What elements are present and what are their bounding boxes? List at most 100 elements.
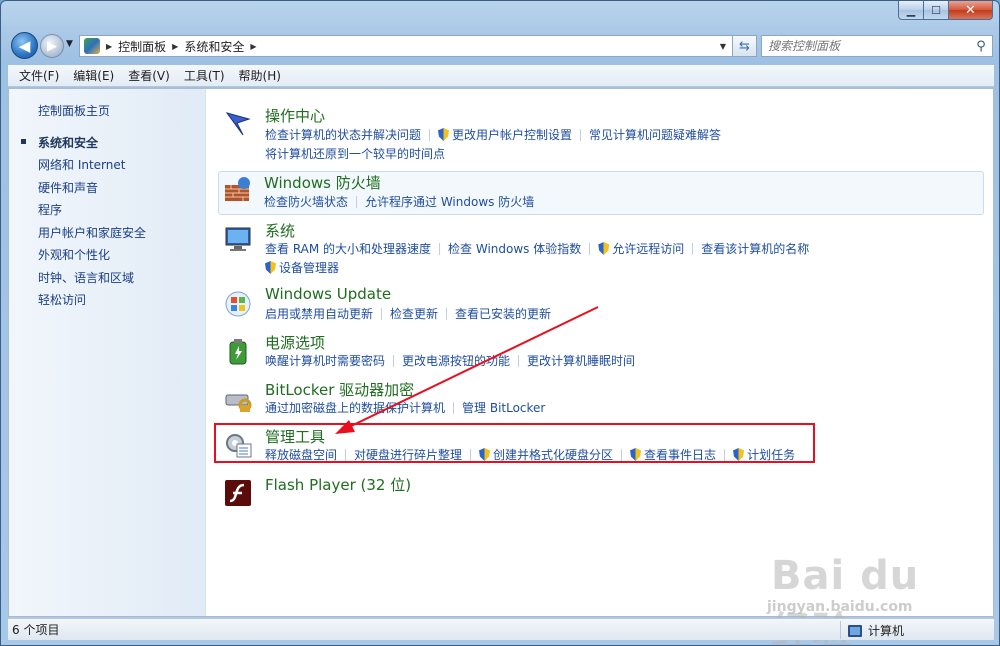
flash-player-icon	[221, 476, 255, 510]
battery-icon	[221, 334, 255, 368]
category-action-center: 操作中心 检查计算机的状态并解决问题 更改用户帐户控制设置 常见计算机问题疑难解…	[219, 105, 983, 165]
task-link[interactable]: 通过加密磁盘上的数据保护计算机	[265, 399, 445, 416]
task-divider	[439, 242, 441, 255]
category-title[interactable]: 操作中心	[265, 105, 325, 126]
category-windows-firewall: Windows 防火墙 检查防火墙状态 允许程序通过 Windows 防火墙	[218, 171, 984, 215]
task-link[interactable]: 常见计算机问题疑难解答	[589, 126, 721, 143]
task-link[interactable]: 检查计算机的状态并解决问题	[265, 126, 421, 143]
task-divider	[393, 354, 395, 367]
sidebar-item-appearance[interactable]: 外观和个性化	[38, 246, 110, 263]
address-bar[interactable]: ▶ 控制面板 ▶ 系统和安全 ▶ ▼	[79, 35, 733, 57]
sidebar-item-clock-language[interactable]: 时钟、语言和区域	[38, 269, 134, 286]
forward-button[interactable]: ▶	[40, 34, 64, 58]
maximize-button[interactable]: ☐	[924, 1, 949, 20]
back-button[interactable]: ◀	[11, 32, 38, 59]
menu-edit[interactable]: 编辑(E)	[66, 67, 121, 84]
task-divider	[446, 307, 448, 320]
task-link[interactable]: 检查更新	[390, 305, 438, 322]
task-divider	[589, 242, 591, 255]
task-link[interactable]: 设备管理器	[265, 259, 339, 276]
windows-update-icon	[221, 287, 255, 321]
task-link[interactable]: 更改电源按钮的功能	[402, 352, 510, 369]
task-divider	[692, 242, 694, 255]
category-bitlocker: BitLocker 驱动器加密 通过加密磁盘上的数据保护计算机 管理 BitLo…	[219, 379, 983, 419]
breadcrumb-separator-icon[interactable]: ▶	[172, 42, 178, 51]
main-content: 操作中心 检查计算机的状态并解决问题 更改用户帐户控制设置 常见计算机问题疑难解…	[207, 89, 993, 616]
sidebar-item-network[interactable]: 网络和 Internet	[38, 156, 125, 173]
category-title[interactable]: Windows 防火墙	[264, 172, 381, 193]
search-input[interactable]	[768, 39, 970, 53]
category-system: 系统 查看 RAM 的大小和处理器速度 检查 Windows 体验指数 允许远程…	[219, 220, 983, 276]
task-link[interactable]: 查看 RAM 的大小和处理器速度	[265, 240, 431, 257]
menu-tools[interactable]: 工具(T)	[177, 67, 232, 84]
sidebar-item-system-security[interactable]: 系统和安全	[38, 134, 98, 151]
sidebar-item-user-accounts[interactable]: 用户帐户和家庭安全	[38, 224, 146, 241]
category-title[interactable]: BitLocker 驱动器加密	[265, 379, 414, 400]
category-title[interactable]: Flash Player (32 位)	[265, 474, 411, 495]
task-link[interactable]: 查看已安装的更新	[455, 305, 551, 322]
task-link[interactable]: 更改用户帐户控制设置	[438, 126, 572, 143]
control-panel-window: ▁ ☐ ✕ ◀ ▶ ▼ ▶ 控制面板 ▶ 系统和安全 ▶ ▼ ⇆ ⚲ 文件(F)…	[0, 0, 1000, 646]
status-divider	[840, 621, 841, 639]
sidebar-item-programs[interactable]: 程序	[38, 201, 62, 218]
breadcrumb-system-security[interactable]: 系统和安全	[184, 38, 244, 55]
task-link[interactable]: 允许程序通过 Windows 防火墙	[365, 193, 534, 210]
panes: 控制面板主页 系统和安全 网络和 Internet 硬件和声音 程序 用户帐户和…	[8, 88, 994, 617]
sidebar-item-hardware[interactable]: 硬件和声音	[38, 179, 98, 196]
computer-icon	[221, 222, 255, 256]
breadcrumb-control-panel[interactable]: 控制面板	[118, 38, 166, 55]
forward-arrow-icon: ▶	[47, 38, 57, 54]
task-divider	[429, 128, 431, 141]
uac-shield-icon	[438, 128, 450, 141]
computer-icon	[848, 624, 862, 637]
menu-bar: 文件(F) 编辑(E) 查看(V) 工具(T) 帮助(H)	[8, 65, 994, 87]
task-link[interactable]: 检查 Windows 体验指数	[448, 240, 581, 257]
highlight-box	[214, 423, 815, 463]
chevron-down-icon: ▼	[66, 39, 73, 49]
refresh-icon: ⇆	[739, 38, 750, 54]
task-link[interactable]: 查看该计算机的名称	[701, 240, 809, 257]
task-link[interactable]: 允许远程访问	[598, 240, 684, 257]
task-link[interactable]: 将计算机还原到一个较早的时间点	[265, 145, 445, 162]
minimize-button[interactable]: ▁	[898, 1, 924, 20]
search-icon[interactable]: ⚲	[970, 39, 992, 54]
task-link[interactable]: 唤醒计算机时需要密码	[265, 352, 385, 369]
sidebar-item-ease-of-access[interactable]: 轻松访问	[38, 291, 86, 308]
close-button[interactable]: ✕	[949, 1, 993, 20]
category-title[interactable]: 电源选项	[265, 332, 325, 353]
status-location-label: 计算机	[868, 624, 905, 638]
category-title[interactable]: Windows Update	[265, 285, 391, 303]
recent-pages-dropdown[interactable]: ▼	[66, 39, 73, 49]
search-box[interactable]: ⚲	[761, 35, 993, 57]
breadcrumb-separator-icon[interactable]: ▶	[250, 42, 256, 51]
task-divider	[453, 401, 455, 414]
category-power-options: 电源选项 唤醒计算机时需要密码 更改电源按钮的功能 更改计算机睡眠时间	[219, 332, 983, 372]
status-location: 计算机	[848, 622, 904, 639]
task-divider	[518, 354, 520, 367]
sidebar-item-home[interactable]: 控制面板主页	[38, 102, 110, 119]
category-title[interactable]: 系统	[265, 220, 295, 241]
task-divider	[580, 128, 582, 141]
task-link[interactable]: 启用或禁用自动更新	[265, 305, 373, 322]
back-arrow-icon: ◀	[18, 36, 31, 55]
status-bar: 6 个项目 计算机	[8, 618, 994, 640]
control-panel-icon	[84, 38, 100, 54]
flag-icon	[221, 107, 255, 141]
category-flash-player: Flash Player (32 位)	[219, 474, 983, 510]
bitlocker-icon	[221, 381, 255, 415]
task-divider	[356, 195, 358, 208]
refresh-button[interactable]: ⇆	[733, 35, 757, 57]
firewall-icon	[220, 173, 254, 207]
task-divider	[381, 307, 383, 320]
menu-file[interactable]: 文件(F)	[12, 67, 66, 84]
breadcrumb-separator-icon[interactable]: ▶	[106, 42, 112, 51]
task-link[interactable]: 检查防火墙状态	[264, 193, 348, 210]
menu-help[interactable]: 帮助(H)	[232, 67, 288, 84]
task-link[interactable]: 更改计算机睡眠时间	[527, 352, 635, 369]
uac-shield-icon	[265, 261, 276, 274]
menu-view[interactable]: 查看(V)	[121, 67, 177, 84]
navigation-bar: ◀ ▶ ▼ ▶ 控制面板 ▶ 系统和安全 ▶ ▼ ⇆ ⚲	[9, 31, 993, 61]
address-dropdown-icon[interactable]: ▼	[720, 42, 726, 51]
item-count: 6 个项目	[12, 623, 60, 637]
task-link[interactable]: 管理 BitLocker	[462, 399, 545, 416]
